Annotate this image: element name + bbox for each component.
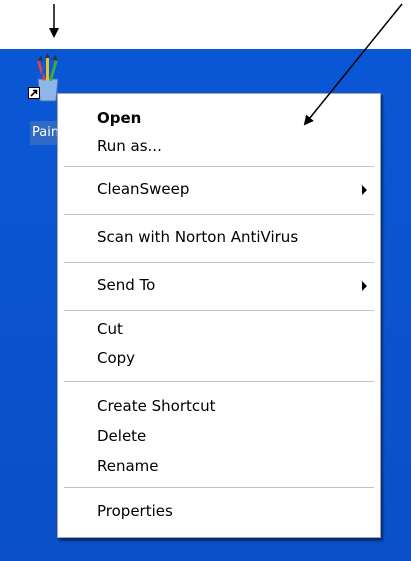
menu-item-label: Rename <box>97 457 159 475</box>
menu-item-send-to[interactable]: Send To <box>59 271 379 299</box>
menu-item-scan-norton[interactable]: Scan with Norton AntiVirus <box>59 223 379 251</box>
menu-separator <box>64 487 374 488</box>
context-menu: Open Run as... CleanSweep Scan with Nort… <box>57 93 381 538</box>
menu-item-label: Scan with Norton AntiVirus <box>97 228 299 246</box>
menu-item-label: CleanSweep <box>97 180 190 198</box>
shortcut-arrow-icon <box>28 87 40 99</box>
menu-separator <box>64 310 374 311</box>
menu-separator <box>64 214 374 215</box>
menu-item-cut[interactable]: Cut <box>59 315 379 343</box>
menu-item-label: Create Shortcut <box>97 397 216 415</box>
menu-item-cleansweep[interactable]: CleanSweep <box>59 175 379 203</box>
submenu-arrow-icon <box>362 185 367 195</box>
menu-item-delete[interactable]: Delete <box>59 422 379 450</box>
menu-item-run-as[interactable]: Run as... <box>59 132 379 160</box>
menu-separator <box>64 262 374 263</box>
menu-item-label: Open <box>97 109 142 127</box>
menu-item-open[interactable]: Open <box>59 104 379 132</box>
menu-item-copy[interactable]: Copy <box>59 344 379 372</box>
submenu-arrow-icon <box>362 281 367 291</box>
menu-item-label: Run as... <box>97 137 162 155</box>
menu-item-rename[interactable]: Rename <box>59 452 379 480</box>
menu-item-label: Properties <box>97 502 173 520</box>
menu-item-create-shortcut[interactable]: Create Shortcut <box>59 392 379 420</box>
menu-item-properties[interactable]: Properties <box>59 497 379 525</box>
menu-item-label: Send To <box>97 276 156 294</box>
menu-item-label: Delete <box>97 427 147 445</box>
menu-separator <box>64 166 374 167</box>
menu-separator <box>64 381 374 382</box>
menu-item-label: Cut <box>97 320 123 338</box>
menu-item-label: Copy <box>97 349 136 367</box>
